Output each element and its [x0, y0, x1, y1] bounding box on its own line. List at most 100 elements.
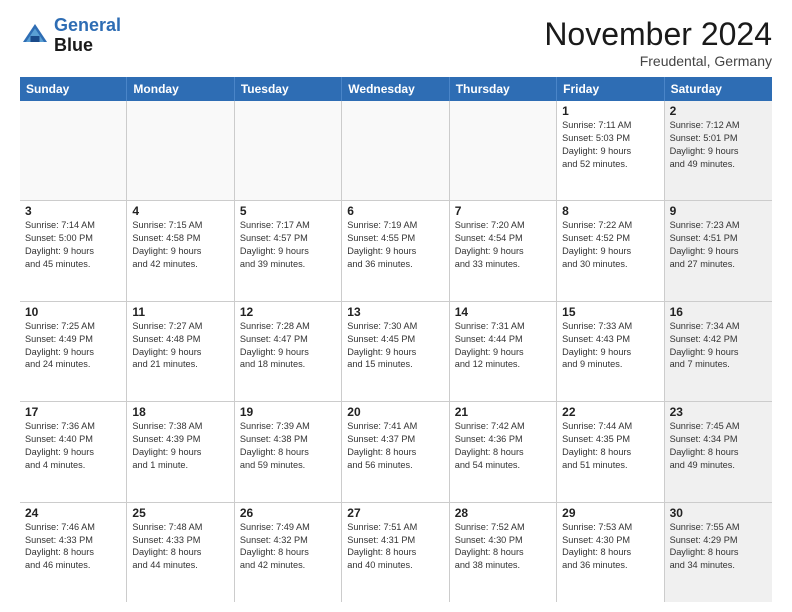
day-info: Sunrise: 7:44 AM Sunset: 4:35 PM Dayligh…	[562, 420, 658, 472]
calendar-cell: 27Sunrise: 7:51 AM Sunset: 4:31 PM Dayli…	[342, 503, 449, 602]
calendar-body: 1Sunrise: 7:11 AM Sunset: 5:03 PM Daylig…	[20, 101, 772, 602]
calendar-row: 24Sunrise: 7:46 AM Sunset: 4:33 PM Dayli…	[20, 503, 772, 602]
day-number: 19	[240, 405, 336, 419]
weekday-header: Friday	[557, 77, 664, 101]
calendar-cell: 4Sunrise: 7:15 AM Sunset: 4:58 PM Daylig…	[127, 201, 234, 300]
calendar-cell: 23Sunrise: 7:45 AM Sunset: 4:34 PM Dayli…	[665, 402, 772, 501]
day-number: 25	[132, 506, 228, 520]
calendar-cell: 17Sunrise: 7:36 AM Sunset: 4:40 PM Dayli…	[20, 402, 127, 501]
calendar-cell	[342, 101, 449, 200]
day-info: Sunrise: 7:27 AM Sunset: 4:48 PM Dayligh…	[132, 320, 228, 372]
day-number: 16	[670, 305, 767, 319]
day-number: 27	[347, 506, 443, 520]
day-number: 30	[670, 506, 767, 520]
day-number: 21	[455, 405, 551, 419]
day-info: Sunrise: 7:34 AM Sunset: 4:42 PM Dayligh…	[670, 320, 767, 372]
day-number: 26	[240, 506, 336, 520]
day-info: Sunrise: 7:12 AM Sunset: 5:01 PM Dayligh…	[670, 119, 767, 171]
day-info: Sunrise: 7:46 AM Sunset: 4:33 PM Dayligh…	[25, 521, 121, 573]
calendar-cell: 25Sunrise: 7:48 AM Sunset: 4:33 PM Dayli…	[127, 503, 234, 602]
title-block: November 2024 Freudental, Germany	[544, 16, 772, 69]
calendar-cell: 10Sunrise: 7:25 AM Sunset: 4:49 PM Dayli…	[20, 302, 127, 401]
day-number: 20	[347, 405, 443, 419]
day-info: Sunrise: 7:48 AM Sunset: 4:33 PM Dayligh…	[132, 521, 228, 573]
day-info: Sunrise: 7:23 AM Sunset: 4:51 PM Dayligh…	[670, 219, 767, 271]
weekday-header: Sunday	[20, 77, 127, 101]
calendar-cell: 8Sunrise: 7:22 AM Sunset: 4:52 PM Daylig…	[557, 201, 664, 300]
weekday-header: Wednesday	[342, 77, 449, 101]
calendar-row: 17Sunrise: 7:36 AM Sunset: 4:40 PM Dayli…	[20, 402, 772, 502]
calendar-cell: 3Sunrise: 7:14 AM Sunset: 5:00 PM Daylig…	[20, 201, 127, 300]
day-number: 11	[132, 305, 228, 319]
calendar-cell: 12Sunrise: 7:28 AM Sunset: 4:47 PM Dayli…	[235, 302, 342, 401]
page: General Blue November 2024 Freudental, G…	[0, 0, 792, 612]
calendar: SundayMondayTuesdayWednesdayThursdayFrid…	[20, 77, 772, 602]
day-info: Sunrise: 7:11 AM Sunset: 5:03 PM Dayligh…	[562, 119, 658, 171]
day-number: 2	[670, 104, 767, 118]
day-number: 3	[25, 204, 121, 218]
day-info: Sunrise: 7:25 AM Sunset: 4:49 PM Dayligh…	[25, 320, 121, 372]
calendar-cell: 14Sunrise: 7:31 AM Sunset: 4:44 PM Dayli…	[450, 302, 557, 401]
month-title: November 2024	[544, 16, 772, 53]
day-info: Sunrise: 7:49 AM Sunset: 4:32 PM Dayligh…	[240, 521, 336, 573]
day-info: Sunrise: 7:53 AM Sunset: 4:30 PM Dayligh…	[562, 521, 658, 573]
calendar-cell: 9Sunrise: 7:23 AM Sunset: 4:51 PM Daylig…	[665, 201, 772, 300]
day-info: Sunrise: 7:28 AM Sunset: 4:47 PM Dayligh…	[240, 320, 336, 372]
day-number: 10	[25, 305, 121, 319]
day-info: Sunrise: 7:55 AM Sunset: 4:29 PM Dayligh…	[670, 521, 767, 573]
calendar-cell: 24Sunrise: 7:46 AM Sunset: 4:33 PM Dayli…	[20, 503, 127, 602]
day-info: Sunrise: 7:42 AM Sunset: 4:36 PM Dayligh…	[455, 420, 551, 472]
calendar-row: 1Sunrise: 7:11 AM Sunset: 5:03 PM Daylig…	[20, 101, 772, 201]
calendar-cell: 7Sunrise: 7:20 AM Sunset: 4:54 PM Daylig…	[450, 201, 557, 300]
day-number: 13	[347, 305, 443, 319]
day-info: Sunrise: 7:17 AM Sunset: 4:57 PM Dayligh…	[240, 219, 336, 271]
calendar-header: SundayMondayTuesdayWednesdayThursdayFrid…	[20, 77, 772, 101]
day-info: Sunrise: 7:52 AM Sunset: 4:30 PM Dayligh…	[455, 521, 551, 573]
day-info: Sunrise: 7:41 AM Sunset: 4:37 PM Dayligh…	[347, 420, 443, 472]
calendar-cell: 28Sunrise: 7:52 AM Sunset: 4:30 PM Dayli…	[450, 503, 557, 602]
calendar-cell: 1Sunrise: 7:11 AM Sunset: 5:03 PM Daylig…	[557, 101, 664, 200]
day-number: 9	[670, 204, 767, 218]
day-number: 7	[455, 204, 551, 218]
day-number: 23	[670, 405, 767, 419]
calendar-cell	[450, 101, 557, 200]
calendar-cell: 2Sunrise: 7:12 AM Sunset: 5:01 PM Daylig…	[665, 101, 772, 200]
calendar-cell: 20Sunrise: 7:41 AM Sunset: 4:37 PM Dayli…	[342, 402, 449, 501]
day-number: 6	[347, 204, 443, 218]
logo: General Blue	[20, 16, 121, 56]
day-number: 15	[562, 305, 658, 319]
calendar-cell	[20, 101, 127, 200]
day-number: 8	[562, 204, 658, 218]
day-number: 24	[25, 506, 121, 520]
day-number: 1	[562, 104, 658, 118]
day-number: 22	[562, 405, 658, 419]
weekday-header: Monday	[127, 77, 234, 101]
day-info: Sunrise: 7:45 AM Sunset: 4:34 PM Dayligh…	[670, 420, 767, 472]
day-number: 14	[455, 305, 551, 319]
calendar-cell: 16Sunrise: 7:34 AM Sunset: 4:42 PM Dayli…	[665, 302, 772, 401]
day-number: 18	[132, 405, 228, 419]
day-number: 12	[240, 305, 336, 319]
calendar-cell	[235, 101, 342, 200]
calendar-cell: 6Sunrise: 7:19 AM Sunset: 4:55 PM Daylig…	[342, 201, 449, 300]
day-info: Sunrise: 7:38 AM Sunset: 4:39 PM Dayligh…	[132, 420, 228, 472]
calendar-cell: 15Sunrise: 7:33 AM Sunset: 4:43 PM Dayli…	[557, 302, 664, 401]
calendar-cell: 21Sunrise: 7:42 AM Sunset: 4:36 PM Dayli…	[450, 402, 557, 501]
day-number: 29	[562, 506, 658, 520]
calendar-cell: 19Sunrise: 7:39 AM Sunset: 4:38 PM Dayli…	[235, 402, 342, 501]
day-info: Sunrise: 7:51 AM Sunset: 4:31 PM Dayligh…	[347, 521, 443, 573]
calendar-cell: 29Sunrise: 7:53 AM Sunset: 4:30 PM Dayli…	[557, 503, 664, 602]
calendar-cell: 26Sunrise: 7:49 AM Sunset: 4:32 PM Dayli…	[235, 503, 342, 602]
day-info: Sunrise: 7:39 AM Sunset: 4:38 PM Dayligh…	[240, 420, 336, 472]
calendar-cell: 13Sunrise: 7:30 AM Sunset: 4:45 PM Dayli…	[342, 302, 449, 401]
calendar-cell: 11Sunrise: 7:27 AM Sunset: 4:48 PM Dayli…	[127, 302, 234, 401]
weekday-header: Saturday	[665, 77, 772, 101]
day-info: Sunrise: 7:31 AM Sunset: 4:44 PM Dayligh…	[455, 320, 551, 372]
logo-line1: General	[54, 15, 121, 35]
calendar-row: 10Sunrise: 7:25 AM Sunset: 4:49 PM Dayli…	[20, 302, 772, 402]
calendar-cell: 30Sunrise: 7:55 AM Sunset: 4:29 PM Dayli…	[665, 503, 772, 602]
day-number: 5	[240, 204, 336, 218]
logo-line2: Blue	[54, 36, 121, 56]
weekday-header: Tuesday	[235, 77, 342, 101]
calendar-cell: 22Sunrise: 7:44 AM Sunset: 4:35 PM Dayli…	[557, 402, 664, 501]
